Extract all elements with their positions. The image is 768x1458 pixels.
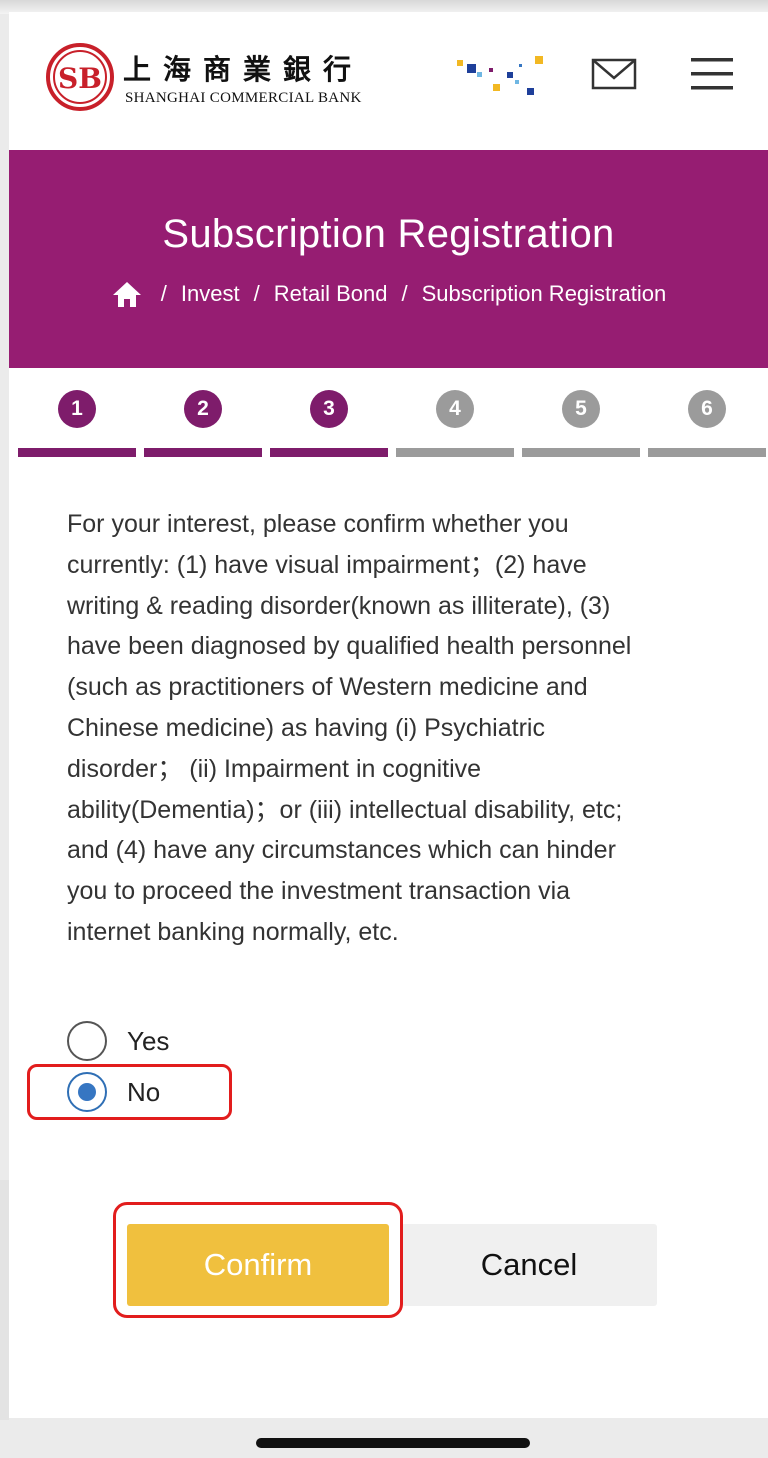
question-line: For your interest, please confirm whethe…: [67, 510, 569, 538]
logo-mark-text: SB: [58, 62, 102, 95]
question-line: (such as practitioners of Western medici…: [67, 673, 588, 702]
breadcrumb-invest[interactable]: Invest: [181, 281, 240, 307]
step-bar: [144, 448, 262, 457]
logo-chinese-name: 上海商業銀行: [123, 53, 364, 86]
step-6: 6: [648, 390, 766, 460]
step-bar: [648, 448, 766, 457]
option-no-label: No: [127, 1076, 161, 1107]
question-line: have been diagnosed by qualified health …: [67, 632, 632, 661]
page-title: Subscription Registration: [162, 212, 615, 256]
step-bar: [522, 448, 640, 457]
step-1: 1: [18, 390, 136, 460]
declaration-question: For your interest, please confirm whethe…: [67, 504, 717, 953]
question-line: and (4) have any circumstances which can…: [67, 836, 616, 865]
logo-english-name: SHANGHAI COMMERCIAL BANK: [125, 90, 362, 106]
breadcrumb-separator: /: [253, 281, 260, 306]
cancel-button[interactable]: Cancel: [401, 1224, 657, 1306]
question-line: Chinese medicine) as having (i) Psychiat…: [67, 713, 545, 742]
confirm-button[interactable]: Confirm: [127, 1224, 389, 1306]
step-indicator: 1 2 3 4 5 6: [18, 390, 768, 460]
step-number: 2: [184, 390, 222, 428]
brand-dots-icon: [457, 56, 543, 95]
question-line: disorder； (ii) Impairment in cognitive: [67, 754, 482, 783]
option-yes-label: Yes: [127, 1025, 170, 1056]
step-number: 6: [688, 390, 726, 428]
breadcrumb-separator: /: [401, 281, 408, 306]
page-banner: Subscription Registration / Invest / Ret…: [9, 150, 768, 368]
question-line: currently: (1) have visual impairment；(2…: [67, 550, 587, 579]
question-line: ability(Dementia)；or (iii) intellectual …: [67, 795, 623, 824]
step-number: 5: [562, 390, 600, 428]
step-2: 2: [144, 390, 262, 460]
question-line: writing & reading disorder(known as illi…: [67, 591, 611, 620]
step-bar: [18, 448, 136, 457]
breadcrumb: / Invest / Retail Bond / Subscription Re…: [9, 280, 768, 308]
radio-no[interactable]: [67, 1072, 107, 1112]
breadcrumb-retail-bond[interactable]: Retail Bond: [274, 281, 388, 307]
step-number: 3: [310, 390, 348, 428]
option-no[interactable]: No: [67, 1071, 160, 1113]
step-number: 4: [436, 390, 474, 428]
menu-icon[interactable]: [689, 56, 735, 92]
mail-icon[interactable]: [589, 56, 639, 92]
step-5: 5: [522, 390, 640, 460]
option-yes[interactable]: Yes: [67, 1020, 169, 1062]
breadcrumb-current: Subscription Registration: [421, 281, 667, 306]
step-3: 3: [270, 390, 388, 460]
question-line: internet banking normally, etc.: [67, 917, 399, 946]
radio-yes[interactable]: [67, 1021, 107, 1061]
scb-logo-icon[interactable]: SB: [45, 42, 115, 112]
step-bar: [396, 448, 514, 457]
step-number: 1: [58, 390, 96, 428]
page: SB 上海商業銀行 SHANGHAI COMMERCIAL BANK Subsc…: [9, 12, 768, 1418]
home-icon[interactable]: [111, 280, 143, 308]
step-bar: [270, 448, 388, 457]
site-header: SB 上海商業銀行 SHANGHAI COMMERCIAL BANK: [9, 12, 768, 150]
step-4: 4: [396, 390, 514, 460]
breadcrumb-separator: /: [160, 281, 167, 306]
question-line: you to proceed the investment transactio…: [67, 877, 571, 906]
left-edge-shade: [0, 1180, 9, 1420]
home-indicator[interactable]: [256, 1438, 530, 1448]
